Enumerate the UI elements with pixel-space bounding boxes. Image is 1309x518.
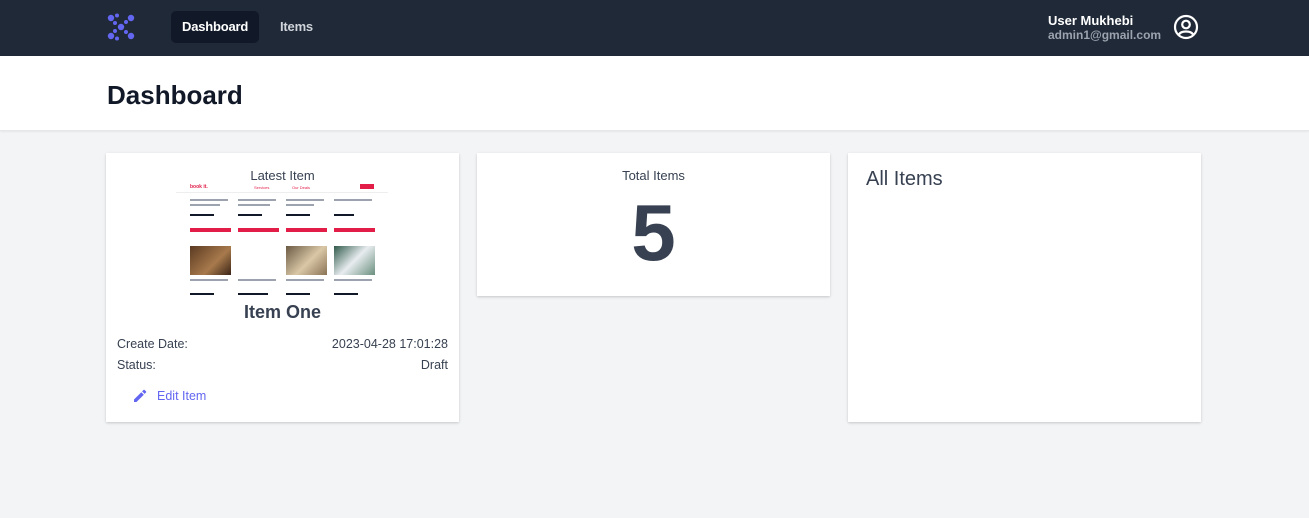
- thumbnail-image: [286, 246, 327, 275]
- thumbnail-price: [190, 293, 214, 295]
- latest-item-heading: Latest Item: [250, 168, 315, 183]
- user-email: admin1@gmail.com: [1048, 28, 1162, 42]
- thumbnail-button: [360, 184, 374, 189]
- thumbnail-brand: book it.: [190, 184, 208, 190]
- create-date-value: 2023-04-28 17:01:28: [331, 337, 448, 351]
- thumbnail-image: [190, 246, 231, 275]
- pencil-icon: [134, 389, 147, 402]
- thumbnail-button: [238, 228, 279, 232]
- edit-item-link[interactable]: Edit Item: [133, 387, 206, 405]
- status-value: Draft: [420, 358, 448, 372]
- nav-link-items[interactable]: Items: [269, 11, 324, 43]
- thumbnail-button: [190, 228, 231, 232]
- user-info: User Mukhebi admin1@gmail.com: [1048, 13, 1162, 43]
- total-items-value: 5: [631, 188, 676, 277]
- thumbnail-tab: Our Deals: [292, 185, 311, 190]
- thumbnail-price: [286, 214, 310, 216]
- thumbnail-button: [286, 228, 327, 232]
- nav-link-dashboard[interactable]: Dashboard: [171, 11, 260, 43]
- thumbnail-text: [238, 279, 276, 281]
- thumbnail-price: [334, 293, 358, 295]
- all-items-title: All Items: [866, 168, 943, 190]
- thumbnail-text: [190, 279, 228, 281]
- thumbnail-header: book it. Services Our Deals: [176, 183, 388, 193]
- create-date-label: Create Date:: [117, 337, 188, 351]
- all-items-card: All Items: [848, 153, 1201, 422]
- thumbnail-text: [238, 204, 270, 206]
- item-name: Item One: [243, 302, 322, 322]
- thumbnail-image: [334, 246, 375, 275]
- total-items-label: Total Items: [622, 168, 685, 183]
- item-thumbnail[interactable]: book it. Services Our Deals: [176, 183, 388, 299]
- thumbnail-tab: Services: [254, 185, 270, 190]
- thumbnail-price: [286, 293, 310, 295]
- thumbnail-text: [334, 279, 372, 281]
- thumbnail-text: [190, 199, 228, 201]
- status-label: Status:: [117, 358, 156, 372]
- latest-item-card: Latest Item book it. Services Our Deals: [106, 153, 459, 422]
- logo-icon[interactable]: [106, 13, 136, 41]
- thumbnail-price: [334, 214, 354, 216]
- user-circle-icon[interactable]: [1173, 14, 1199, 40]
- page-header: Dashboard: [0, 56, 1309, 131]
- thumbnail-text: [286, 279, 324, 281]
- thumbnail-text: [286, 199, 324, 201]
- thumbnail-text: [334, 199, 372, 201]
- status-row: Status: Draft: [117, 358, 448, 372]
- thumbnail-price: [238, 214, 262, 216]
- total-items-card: Total Items 5: [477, 153, 830, 296]
- thumbnail-price: [238, 293, 268, 295]
- thumbnail-text: [238, 199, 276, 201]
- thumbnail-text: [286, 204, 314, 206]
- thumbnail-button: [334, 228, 375, 232]
- page-title: Dashboard: [107, 80, 243, 110]
- create-date-row: Create Date: 2023-04-28 17:01:28: [117, 337, 448, 351]
- edit-item-label: Edit Item: [157, 389, 207, 403]
- thumbnail-price: [190, 214, 214, 216]
- user-name: User Mukhebi: [1048, 13, 1134, 28]
- top-navbar: Dashboard Items User Mukhebi admin1@gmai…: [0, 0, 1309, 56]
- thumbnail-text: [190, 204, 220, 206]
